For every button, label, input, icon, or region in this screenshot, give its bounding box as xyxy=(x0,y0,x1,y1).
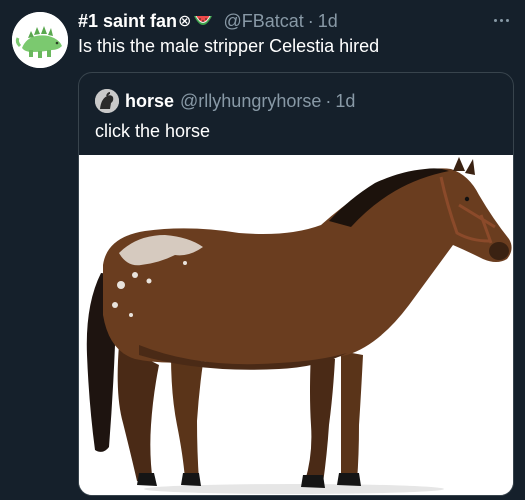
author-avatar[interactable] xyxy=(12,12,68,68)
more-dot xyxy=(505,18,509,22)
quoted-tweet-text: click the horse xyxy=(95,121,211,141)
quoted-header-separator: · xyxy=(325,90,332,111)
tweet-header: #1 saint fan ⊗ @FBatcat · 1d xyxy=(78,9,485,33)
tweet-timestamp[interactable]: 1d xyxy=(318,11,338,32)
name-glyph: ⊗ xyxy=(178,13,192,30)
quoted-tweet[interactable]: horse @rllyhungryhorse · 1d click the ho… xyxy=(78,72,514,496)
header-separator: · xyxy=(307,10,314,31)
more-dot xyxy=(493,18,497,22)
author-handle[interactable]: @FBatcat xyxy=(223,11,303,32)
quoted-author-handle[interactable]: @rllyhungryhorse xyxy=(180,91,321,112)
quoted-author-avatar[interactable] xyxy=(95,89,119,113)
quoted-tweet-timestamp[interactable]: 1d xyxy=(335,91,355,112)
quoted-author-display-name[interactable]: horse xyxy=(125,91,174,112)
more-dot xyxy=(499,18,503,22)
more-horizontal-icon[interactable] xyxy=(489,10,513,30)
author-display-name[interactable]: #1 saint fan xyxy=(78,11,177,32)
tweet[interactable]: #1 saint fan ⊗ @FBatcat · 1d Is this the… xyxy=(0,0,525,500)
quoted-tweet-header: horse @rllyhungryhorse · 1d xyxy=(95,89,355,113)
watermelon-emoji-icon xyxy=(193,14,213,28)
tweet-text: Is this the male stripper Celestia hired xyxy=(78,36,380,56)
horse-photo[interactable] xyxy=(79,155,513,495)
